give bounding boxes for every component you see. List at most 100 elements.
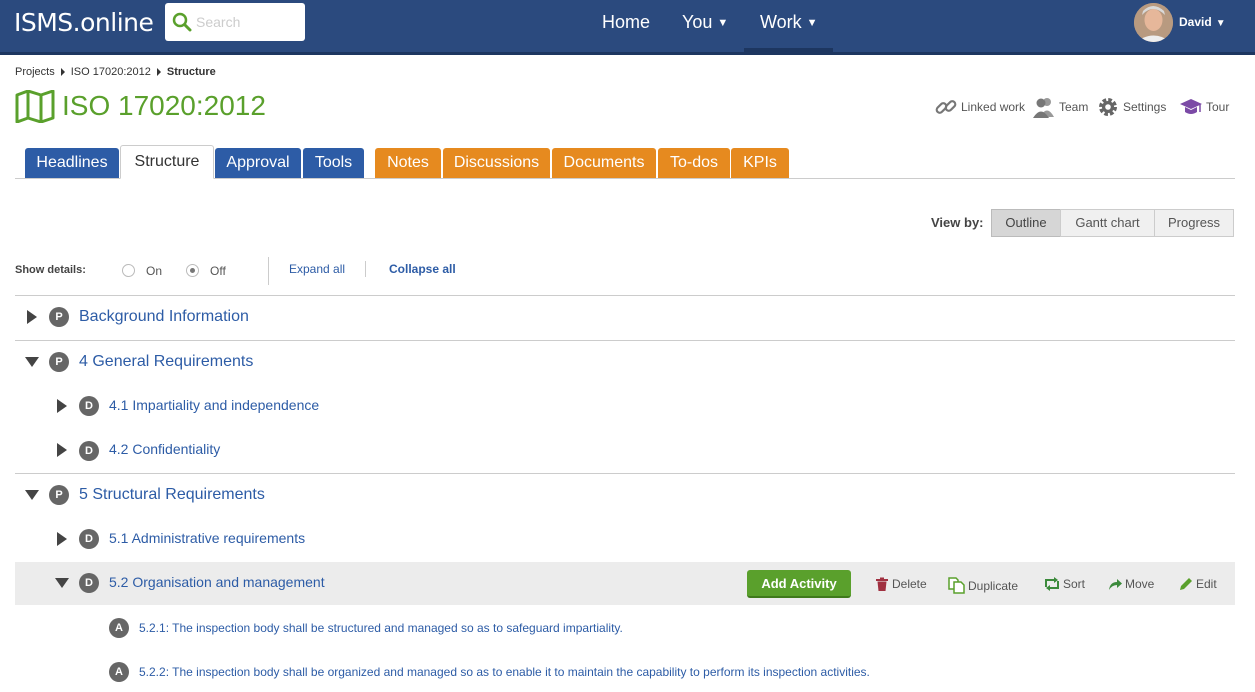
pencil-icon [1180, 578, 1192, 590]
outline-item[interactable]: 5.2 Organisation and management [109, 574, 325, 590]
collapse-icon[interactable] [25, 490, 39, 500]
share-arrow-icon [1109, 579, 1122, 590]
chevron-down-icon: ▼ [717, 17, 729, 29]
move-button[interactable]: Move [1108, 577, 1154, 591]
view-outline-button[interactable]: Outline [991, 209, 1061, 237]
user-menu[interactable]: David ▼ [1179, 15, 1226, 29]
view-gantt-button[interactable]: Gantt chart [1060, 209, 1155, 237]
tab-headlines[interactable]: Headlines [25, 148, 119, 178]
breadcrumb-current: Structure [166, 66, 216, 79]
expand-all-link[interactable]: Expand all [289, 262, 345, 276]
link-icon [935, 100, 957, 114]
divider [365, 261, 366, 277]
activity-item[interactable]: 5.2.1: The inspection body shall be stru… [139, 621, 623, 635]
team-button[interactable]: Team [1032, 95, 1088, 119]
map-icon [15, 90, 55, 123]
type-badge: D [79, 573, 99, 593]
divider [268, 257, 269, 285]
linked-work-button[interactable]: Linked work [934, 95, 1025, 119]
view-progress-button[interactable]: Progress [1154, 209, 1234, 237]
chevron-down-icon: ▼ [806, 17, 818, 29]
sort-button[interactable]: Sort [1044, 577, 1085, 591]
outline-item[interactable]: 4.1 Impartiality and independence [109, 397, 319, 413]
outline-item[interactable]: 5 Structural Requirements [79, 486, 265, 504]
edit-button[interactable]: Edit [1179, 577, 1217, 591]
search-box[interactable]: Search [165, 3, 305, 41]
divider [15, 473, 1235, 474]
chevron-right-icon [156, 68, 161, 77]
avatar[interactable] [1134, 3, 1173, 42]
tab-kpis[interactable]: KPIs [731, 148, 789, 178]
nav-work[interactable]: Work ▼ [760, 12, 818, 33]
delete-label: Delete [892, 577, 927, 591]
nav-home[interactable]: Home [602, 12, 650, 33]
nav-you-label: You [682, 12, 713, 32]
tour-button[interactable]: Tour [1179, 95, 1229, 119]
activity-item[interactable]: 5.2.2: The inspection body shall be orga… [139, 665, 870, 679]
tab-notes[interactable]: Notes [375, 148, 441, 178]
tab-approval[interactable]: Approval [215, 148, 301, 178]
tab-structure[interactable]: Structure [120, 145, 214, 179]
sort-label: Sort [1063, 577, 1086, 591]
divider [15, 295, 1235, 296]
type-badge: A [109, 618, 129, 638]
collapse-icon[interactable] [55, 578, 69, 588]
avatar-image [1134, 3, 1173, 42]
type-badge: D [79, 441, 99, 461]
details-off-radio[interactable] [186, 264, 199, 277]
outline-item[interactable]: Background Information [79, 308, 249, 326]
outline-item[interactable]: 4 General Requirements [79, 353, 253, 371]
graduation-cap-icon [1180, 99, 1202, 114]
sort-icon [1045, 577, 1059, 591]
outline-item[interactable]: 5.1 Administrative requirements [109, 530, 305, 546]
breadcrumb: Projects ISO 17020:2012 Structure [15, 66, 216, 78]
app-logo[interactable]: ISMS.online [14, 8, 154, 37]
tab-documents[interactable]: Documents [552, 148, 656, 178]
nav-home-label: Home [602, 12, 651, 32]
move-label: Move [1125, 577, 1155, 591]
user-name: David [1179, 15, 1212, 29]
duplicate-icon [948, 577, 965, 594]
gear-icon [1099, 98, 1117, 116]
type-badge: D [79, 396, 99, 416]
collapse-icon[interactable] [25, 357, 39, 367]
tab-todos[interactable]: To-dos [658, 148, 730, 178]
add-activity-button[interactable]: Add Activity [747, 570, 851, 598]
type-badge: P [49, 485, 69, 505]
tab-discussions[interactable]: Discussions [443, 148, 550, 178]
tab-tools[interactable]: Tools [303, 148, 364, 178]
type-badge: A [109, 662, 129, 682]
duplicate-label: Duplicate [968, 578, 1019, 593]
search-input[interactable]: Search [196, 14, 240, 30]
type-badge: D [79, 529, 99, 549]
details-off-label: Off [210, 264, 226, 278]
details-on-label: On [146, 264, 163, 278]
chevron-right-icon [60, 68, 65, 77]
delete-button[interactable]: Delete [875, 577, 927, 591]
details-on-radio[interactable] [122, 264, 135, 277]
expand-icon[interactable] [57, 399, 67, 413]
breadcrumb-project[interactable]: ISO 17020:2012 [71, 66, 151, 78]
trash-icon [876, 577, 888, 591]
expand-icon[interactable] [27, 310, 37, 324]
type-badge: P [49, 352, 69, 372]
outline-item[interactable]: 4.2 Confidentiality [109, 441, 220, 457]
collapse-all-link[interactable]: Collapse all [389, 262, 456, 276]
expand-icon[interactable] [57, 443, 67, 457]
chevron-down-icon: ▼ [1215, 18, 1226, 29]
linked-work-label: Linked work [961, 100, 1026, 114]
show-details-label: Show details: [15, 264, 86, 276]
breadcrumb-projects[interactable]: Projects [15, 66, 55, 78]
search-icon [172, 12, 192, 32]
nav-you[interactable]: You ▼ [682, 12, 728, 33]
divider [15, 340, 1235, 341]
expand-icon[interactable] [57, 532, 67, 546]
nav-work-label: Work [760, 12, 802, 32]
settings-button[interactable]: Settings [1096, 95, 1166, 119]
duplicate-button[interactable]: Duplicate [948, 577, 1018, 594]
type-badge: P [49, 307, 69, 327]
edit-label: Edit [1196, 577, 1217, 591]
team-icon [1033, 98, 1054, 118]
tour-label: Tour [1206, 100, 1230, 114]
top-navbar: ISMS.online Search Home You ▼ Work ▼ David… [0, 0, 1255, 55]
